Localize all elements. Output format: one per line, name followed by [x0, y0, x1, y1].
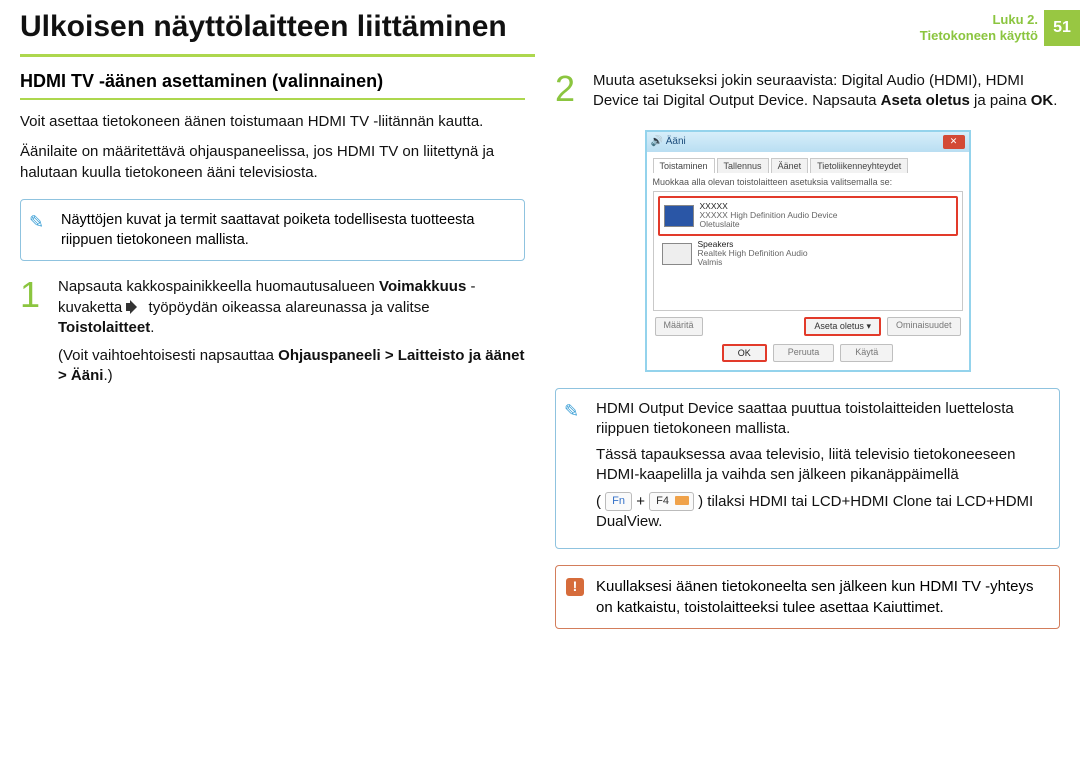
chapter-label: Luku 2. — [920, 12, 1038, 28]
tab-recording[interactable]: Tallennus — [717, 158, 769, 173]
f4-key-icon: F4 — [649, 492, 694, 511]
device-list: XXXXX XXXXX High Definition Audio Device… — [653, 191, 963, 311]
ok-button[interactable]: OK — [722, 344, 767, 362]
note-icon: ✎ — [564, 399, 579, 424]
sound-dialog-screenshot: 🔊 Ääni ✕ Toistaminen Tallennus Äänet Tie… — [645, 130, 971, 372]
device-hdmi[interactable]: XXXXX XXXXX High Definition Audio Device… — [658, 196, 958, 236]
note2-line1: HDMI Output Device saattaa puuttua toist… — [596, 399, 1049, 440]
step-1: 1 Napsauta kakkospainikkeella huomautusa… — [20, 277, 525, 394]
right-column: 2 Muuta asetukseksi jokin seuraavista: D… — [555, 71, 1060, 629]
info-note-2: ✎ HDMI Output Device saattaa puuttua toi… — [555, 388, 1060, 550]
dialog-description: Muokkaa alla olevan toistolaitteen asetu… — [653, 177, 963, 187]
left-column: HDMI TV -äänen asettaminen (valinnainen)… — [20, 71, 525, 629]
note-text: Näyttöjen kuvat ja termit saattavat poik… — [61, 212, 474, 248]
intro-text-2: Äänilaite on määritettävä ohjauspaneelis… — [20, 142, 525, 183]
apply-button[interactable]: Käytä — [840, 344, 893, 362]
alert-icon: ! — [566, 578, 584, 596]
tab-sounds[interactable]: Äänet — [771, 158, 809, 173]
set-default-button[interactable]: Aseta oletus ▾ — [804, 317, 881, 336]
speaker-icon — [662, 243, 692, 265]
page-number: 51 — [1044, 10, 1080, 46]
note-icon: ✎ — [29, 210, 44, 235]
alert-text: Kuullaksesi äänen tietokoneelta sen jälk… — [596, 578, 1033, 616]
page-header: Ulkoisen näyttölaitteen liittäminen Luku… — [0, 0, 1080, 57]
volume-icon — [126, 300, 144, 315]
fn-key-icon: Fn — [605, 492, 632, 511]
tab-playback[interactable]: Toistaminen — [653, 158, 715, 173]
note2-line2: Tässä tapauksessa avaa televisio, liitä … — [596, 445, 1049, 486]
intro-text-1: Voit asettaa tietokoneen äänen toistumaa… — [20, 112, 525, 132]
tab-communications[interactable]: Tietoliikenneyhteydet — [810, 158, 908, 173]
configure-button[interactable]: Määritä — [655, 317, 703, 336]
cancel-button[interactable]: Peruuta — [773, 344, 835, 362]
chapter-sub: Tietokoneen käyttö — [920, 28, 1038, 44]
note2-line3: ( Fn + F4 ) tilaksi HDMI tai LCD+HDMI Cl… — [596, 492, 1049, 533]
monitor-icon — [664, 205, 694, 227]
step-number: 2 — [555, 71, 581, 120]
dialog-titlebar: 🔊 Ääni ✕ — [647, 132, 969, 152]
device-speakers[interactable]: Speakers Realtek High Definition Audio V… — [658, 236, 958, 272]
step-1-line2: (Voit vaihtoehtoisesti napsauttaa Ohjaus… — [58, 346, 525, 387]
page-meta: Luku 2. Tietokoneen käyttö 51 — [920, 10, 1080, 46]
step-2: 2 Muuta asetukseksi jokin seuraavista: D… — [555, 71, 1060, 120]
warning-note: ! Kuullaksesi äänen tietokoneelta sen jä… — [555, 565, 1060, 629]
properties-button[interactable]: Ominaisuudet — [887, 317, 961, 336]
close-icon[interactable]: ✕ — [943, 135, 965, 149]
info-note: ✎ Näyttöjen kuvat ja termit saattavat po… — [20, 199, 525, 262]
dialog-tabs: Toistaminen Tallennus Äänet Tietoliikenn… — [653, 158, 963, 173]
section-title: HDMI TV -äänen asettaminen (valinnainen) — [20, 71, 525, 100]
step-1-line1: Napsauta kakkospainikkeella huomautusalu… — [58, 277, 525, 338]
step-number: 1 — [20, 277, 46, 394]
page-title: Ulkoisen näyttölaitteen liittäminen — [20, 10, 535, 57]
step-2-text: Muuta asetukseksi jokin seuraavista: Dig… — [593, 71, 1060, 112]
